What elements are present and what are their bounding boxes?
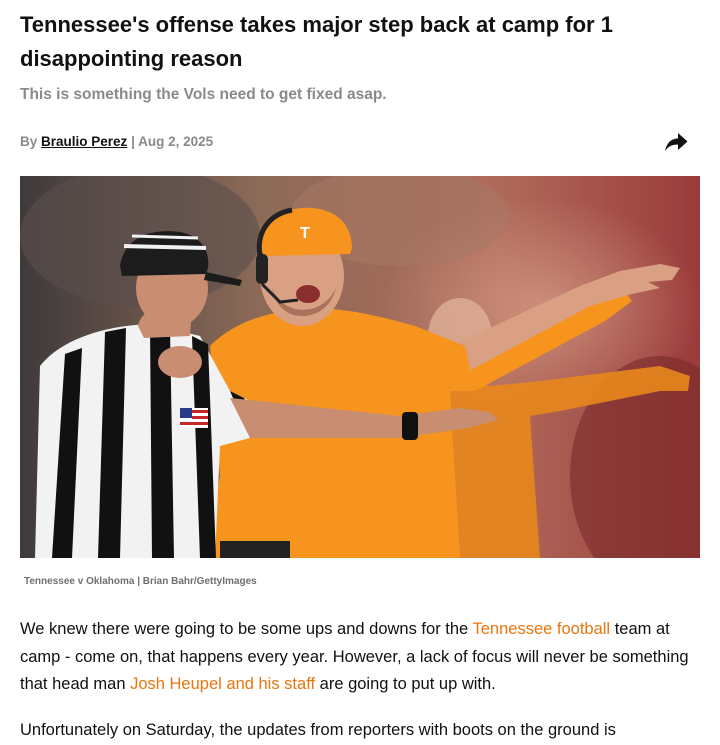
share-arrow-icon xyxy=(665,133,688,151)
paragraph-1-text-a: We knew there were going to be some ups … xyxy=(20,620,473,638)
josh-heupel-link[interactable]: Josh Heupel and his staff xyxy=(130,675,315,693)
author-link[interactable]: Braulio Perez xyxy=(41,134,127,149)
article-subheadline: This is something the Vols need to get f… xyxy=(20,86,387,103)
image-caption: Tennessee v Oklahoma | Brian Bahr/GettyI… xyxy=(24,576,257,587)
paragraph-2: Unfortunately on Saturday, the updates f… xyxy=(20,721,616,739)
tennessee-football-link[interactable]: Tennessee football xyxy=(473,620,611,638)
publish-date: Aug 2, 2025 xyxy=(138,134,214,149)
paragraph-1: We knew there were going to be some ups … xyxy=(20,616,700,699)
paragraph-1-text-c: are going to put up with. xyxy=(315,675,496,693)
byline-prefix: By xyxy=(20,134,38,149)
hero-image: T xyxy=(20,176,700,558)
article: Tennessee's offense takes major step bac… xyxy=(0,0,720,744)
svg-text:T: T xyxy=(300,225,310,242)
byline-separator: | xyxy=(131,134,135,149)
article-headline: Tennessee's offense takes major step bac… xyxy=(20,12,613,71)
byline: By Braulio Perez | Aug 2, 2025 xyxy=(20,132,213,152)
share-button[interactable] xyxy=(660,128,692,156)
